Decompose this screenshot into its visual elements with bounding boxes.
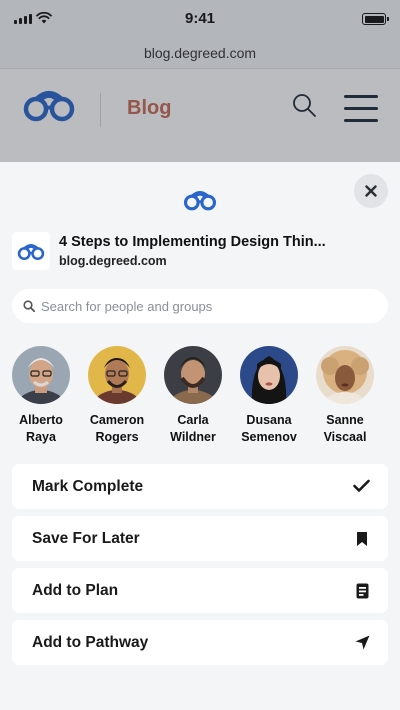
add-to-pathway-button[interactable]: Add to Pathway	[12, 620, 388, 665]
avatar	[88, 346, 146, 404]
modal-backdrop[interactable]	[0, 0, 400, 162]
person-name: Cameron Rogers	[89, 413, 145, 444]
person-name: Alberto Raya	[19, 413, 63, 444]
save-for-later-button[interactable]: Save For Later	[12, 516, 388, 561]
shared-article: 4 Steps to Implementing Design Thin... b…	[12, 232, 388, 272]
person-cameron-rogers[interactable]: Cameron Rogers	[79, 346, 155, 446]
person-name: Carla Wildner	[170, 413, 216, 444]
degreed-logo-icon	[17, 243, 45, 260]
article-title: 4 Steps to Implementing Design Thin...	[59, 234, 326, 250]
avatar	[12, 346, 70, 404]
action-list: Mark Complete Save For Later Add to Plan…	[12, 464, 388, 672]
people-list: Alberto Raya Cameron Rogers Carla Wildne…	[0, 346, 400, 446]
plan-icon	[356, 583, 369, 599]
person-sanne-viscaal[interactable]: Sanne Viscaal	[307, 346, 383, 446]
avatar	[316, 346, 374, 404]
close-icon	[365, 185, 377, 197]
action-label: Save For Later	[32, 530, 140, 547]
degreed-logo-icon	[183, 191, 217, 211]
close-button[interactable]	[354, 174, 388, 208]
article-source: blog.degreed.com	[59, 254, 167, 268]
person-name: Sanne Viscaal	[323, 413, 367, 444]
checkmark-icon	[353, 479, 370, 492]
search-icon	[23, 300, 35, 312]
add-to-plan-button[interactable]: Add to Plan	[12, 568, 388, 613]
action-label: Add to Plan	[32, 582, 119, 599]
article-thumbnail	[12, 232, 50, 270]
search-input[interactable]	[41, 298, 361, 314]
navigation-arrow-icon	[355, 635, 370, 650]
person-carla-wildner[interactable]: Carla Wildner	[155, 346, 231, 446]
people-search[interactable]	[12, 289, 388, 323]
avatar	[240, 346, 298, 404]
action-label: Mark Complete	[32, 478, 144, 495]
avatar	[164, 346, 222, 404]
person-dusana-semenov[interactable]: Dusana Semenov	[231, 346, 307, 446]
person-name: Dusana Semenov	[241, 413, 297, 444]
bookmark-icon	[357, 532, 367, 546]
mark-complete-button[interactable]: Mark Complete	[12, 464, 388, 509]
action-label: Add to Pathway	[32, 634, 149, 651]
share-sheet: 4 Steps to Implementing Design Thin... b…	[0, 162, 400, 710]
person-alberto-raya[interactable]: Alberto Raya	[3, 346, 79, 446]
